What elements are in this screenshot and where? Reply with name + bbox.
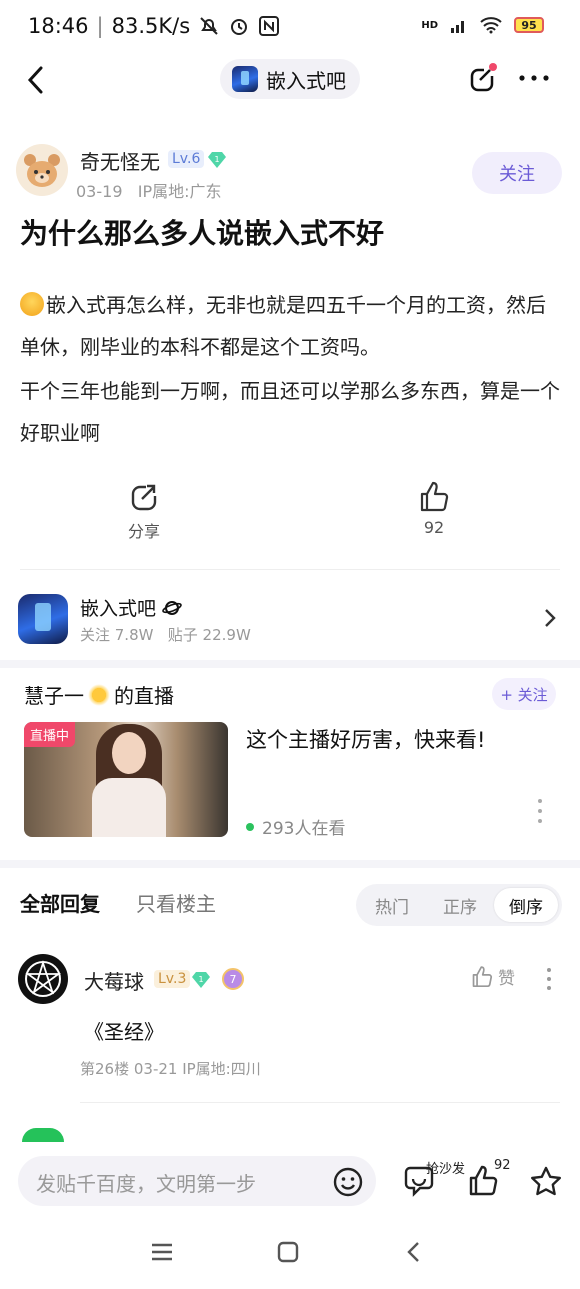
post-title: 为什么那么多人说嵌入式不好 xyxy=(20,217,385,250)
forum-card[interactable]: 嵌入式吧 关注 7.8W 贴子 22.9W xyxy=(18,592,562,648)
live-badge: 直播中 xyxy=(24,722,76,747)
network-speed: 83.5K/s xyxy=(111,14,191,38)
divider xyxy=(20,569,560,570)
sort-asc[interactable]: 正序 xyxy=(428,888,492,922)
forum-follows: 关注 7.8W xyxy=(80,626,154,644)
signal-icon xyxy=(451,21,464,33)
post-actions: 分享 92 xyxy=(0,480,580,560)
sun-emoji-icon xyxy=(88,683,110,706)
chevron-right-icon xyxy=(545,609,556,627)
sofa-label: 抢沙发 xyxy=(426,1162,466,1177)
menu-icon[interactable] xyxy=(150,1240,174,1268)
battery-icon: 95 xyxy=(514,17,544,33)
gem-badge-icon: 1 xyxy=(208,152,226,168)
gem-level: 1 xyxy=(198,975,203,984)
bear-avatar-icon xyxy=(24,154,60,187)
emoji-icon[interactable] xyxy=(332,1166,364,1198)
medal-badge-icon: 7 xyxy=(222,968,244,990)
system-nav xyxy=(0,1222,580,1289)
top-nav: 嵌入式吧 xyxy=(0,56,580,104)
edit-icon[interactable] xyxy=(466,62,498,94)
commenter-name[interactable]: 大莓球 xyxy=(84,966,144,995)
reply-tabs: 全部回复 只看楼主 热门 正序 倒序 xyxy=(0,880,580,930)
share-label: 分享 xyxy=(127,522,160,541)
sort-hot[interactable]: 热门 xyxy=(360,888,424,922)
live-host-name[interactable]: 慧子一 xyxy=(24,680,84,709)
home-icon[interactable] xyxy=(276,1240,300,1268)
forum-posts: 贴子 22.9W xyxy=(167,626,251,644)
bell-muted-icon xyxy=(200,17,218,35)
forum-title: 嵌入式吧 xyxy=(266,68,346,93)
back-icon[interactable] xyxy=(22,64,50,96)
online-dot xyxy=(246,822,254,831)
vertical-more-icon[interactable] xyxy=(544,966,554,992)
post-ip: IP属地:广东 xyxy=(137,182,222,201)
nfc-icon xyxy=(259,16,280,36)
section-gap xyxy=(0,660,580,668)
section-gap xyxy=(0,860,580,868)
post-body: 嵌入式再怎么样，无非也就是四五千一个月的工资，然后单休，刚毕业的本科不都是这个工… xyxy=(20,284,560,456)
vertical-more-icon[interactable] xyxy=(530,796,550,826)
next-comment-avatar xyxy=(22,1128,64,1142)
status-time: 18:46 xyxy=(28,14,89,38)
live-header-suffix: 的直播 xyxy=(114,684,174,708)
bottom-bar: 发贴千百度，文明第一步 抢沙发 92 xyxy=(0,1142,580,1222)
more-icon[interactable] xyxy=(516,62,552,94)
gem-badge-icon: 1 xyxy=(192,972,210,988)
comment-meta: 第26楼 03-21 IP属地:四川 xyxy=(80,1060,261,1078)
comment-item: 大莓球 Lv.3 1 7 赞 《圣经》 第26楼 03-21 IP属地:四川 xyxy=(18,954,566,1094)
tab-op-only[interactable]: 只看楼主 xyxy=(136,888,216,917)
like-button[interactable]: 92 xyxy=(394,480,474,537)
system-back-icon[interactable] xyxy=(402,1240,426,1268)
author-name[interactable]: 奇无怪无 xyxy=(80,146,160,175)
bottom-like-count: 92 xyxy=(494,1158,511,1173)
share-button[interactable]: 分享 xyxy=(104,480,184,542)
comment-text: 《圣经》 xyxy=(84,1020,164,1044)
forum-logo-icon xyxy=(18,594,68,644)
thumb-up-icon xyxy=(420,481,449,512)
post-paragraph: 干个三年也能到一万啊，而且还可以学那么多东西，算是一个好职业啊 xyxy=(20,379,560,445)
wifi-icon xyxy=(480,17,502,34)
like-label: 赞 xyxy=(498,969,515,989)
live-viewers: 293人在看 xyxy=(246,814,345,839)
alarm-icon xyxy=(231,19,248,35)
live-title[interactable]: 这个主播好厉害，快来看! xyxy=(246,724,485,754)
forum-logo-icon xyxy=(232,66,258,92)
author-row: 奇无怪无 Lv.6 1 03-19 IP属地:广东 关注 xyxy=(16,144,564,204)
level-badge: Lv.6 xyxy=(168,150,205,168)
live-header: 慧子一 的直播 xyxy=(24,680,174,709)
like-count: 92 xyxy=(423,518,445,537)
planet-icon xyxy=(162,601,182,615)
gem-level: 1 xyxy=(214,155,219,164)
thumb-up-icon xyxy=(472,965,493,987)
post-meta: 03-19 IP属地:广东 xyxy=(76,178,222,202)
reply-input[interactable]: 发贴千百度，文明第一步 xyxy=(18,1156,376,1206)
status-bar: 18:46 | 83.5K/s HD 95 xyxy=(0,0,580,56)
live-follow-button[interactable]: + 关注 xyxy=(492,678,556,710)
sort-desc[interactable]: 倒序 xyxy=(494,888,558,922)
forum-name: 嵌入式吧 xyxy=(80,598,157,620)
comment-like-button[interactable]: 赞 xyxy=(470,964,515,989)
level-badge: Lv.3 xyxy=(154,970,191,988)
divider xyxy=(80,1102,560,1103)
post-paragraph: 嵌入式再怎么样，无非也就是四五千一个月的工资，然后单休，刚毕业的本科不都是这个工… xyxy=(20,293,546,359)
pentagram-avatar-icon xyxy=(25,960,62,997)
star-icon[interactable] xyxy=(528,1164,564,1200)
commenter-avatar[interactable] xyxy=(18,954,68,1004)
sort-toggle: 热门 正序 倒序 xyxy=(356,884,562,926)
forum-title-pill[interactable]: 嵌入式吧 xyxy=(220,59,360,99)
author-avatar[interactable] xyxy=(16,144,68,196)
hd-label: HD xyxy=(421,19,438,31)
follow-button[interactable]: 关注 xyxy=(472,152,562,194)
smile-emoji-icon xyxy=(20,292,44,316)
viewer-count: 293人在看 xyxy=(262,819,346,839)
share-icon xyxy=(131,484,157,511)
reply-placeholder: 发贴千百度，文明第一步 xyxy=(36,1172,256,1196)
live-thumbnail[interactable]: 直播中 xyxy=(24,722,228,837)
tab-all-replies[interactable]: 全部回复 xyxy=(20,888,100,917)
post-date: 03-19 xyxy=(76,182,123,201)
